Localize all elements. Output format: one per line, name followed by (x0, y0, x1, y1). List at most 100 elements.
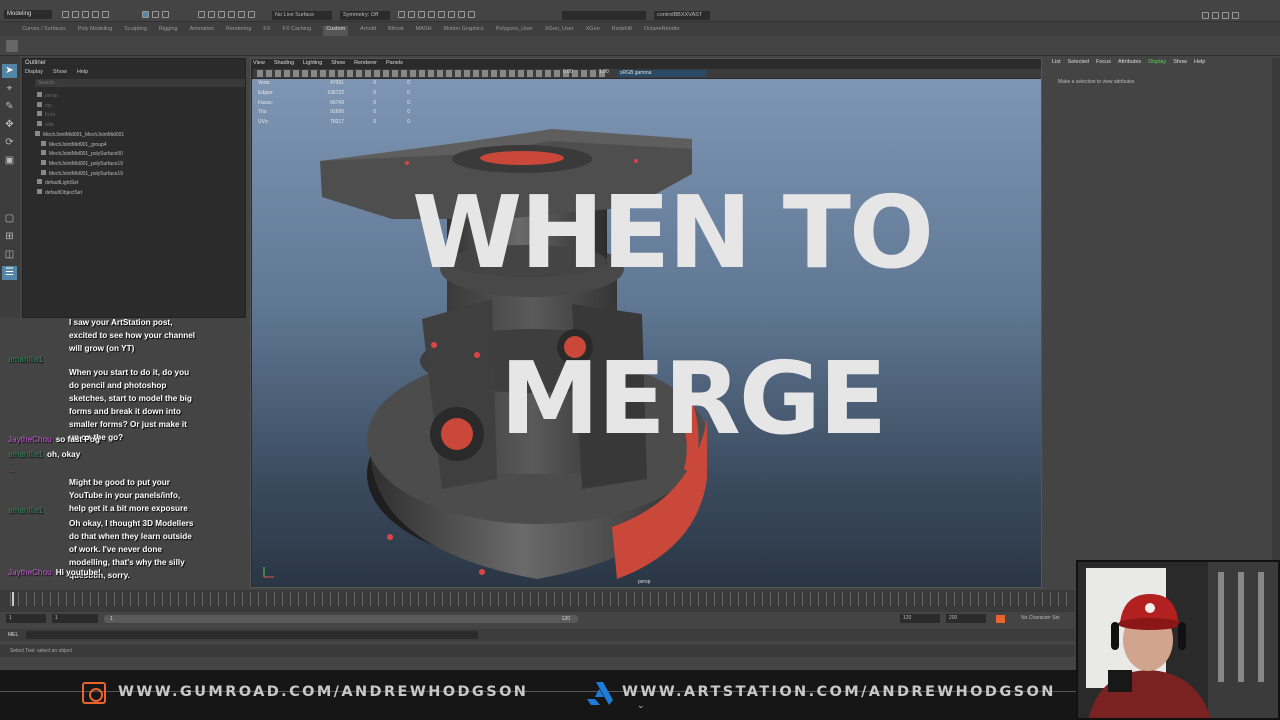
outliner-item[interactable]: persp (37, 92, 58, 101)
shelf-settings-icon[interactable] (6, 40, 18, 52)
shelf-tab[interactable]: MASH (416, 26, 432, 36)
shelf-tab[interactable]: Poly Modeling (78, 26, 113, 36)
outliner-item[interactable]: MechJointMid001_MechJointMid001 (35, 130, 124, 140)
lasso-tool-icon[interactable]: ⌖ (2, 82, 17, 96)
snap-live-icon[interactable] (248, 11, 255, 18)
viewport-toolbar-icons[interactable] (257, 70, 607, 77)
attribute-editor-menu-item[interactable]: Focus (1096, 59, 1111, 65)
viewport-menu-item[interactable]: Lighting (303, 59, 322, 68)
camera-icon[interactable] (448, 11, 455, 18)
outliner-item[interactable]: MechJointMid001_polySurface50 (41, 150, 123, 159)
select-tool-icon[interactable]: ➤ (2, 64, 17, 78)
undo-icon[interactable] (92, 11, 99, 18)
range-slider-bar[interactable]: 1 120 (104, 615, 578, 623)
time-slider[interactable] (0, 590, 1075, 612)
select-hierarchy-icon[interactable] (142, 11, 149, 18)
light-icon[interactable] (458, 11, 465, 18)
save-scene-icon[interactable] (82, 11, 89, 18)
shelf-tab[interactable]: FX (263, 26, 270, 36)
shelf-tab[interactable]: Arnold (360, 26, 376, 36)
auto-key-icon[interactable] (996, 615, 1005, 623)
snap-view-icon[interactable] (228, 11, 235, 18)
outliner-item[interactable]: MechJointMid001_group4 (41, 140, 107, 150)
mode-selector[interactable]: Modeling (4, 10, 52, 19)
anim-end-field[interactable]: 200 (946, 614, 986, 623)
viewport-menu-item[interactable]: Renderer (354, 59, 377, 68)
chat-username[interactable]: amarillia1 (8, 450, 43, 459)
shelf-tab[interactable]: OctaneRender (644, 26, 680, 36)
attribute-editor-menu-item[interactable]: Help (1194, 59, 1205, 65)
viewport-menu-item[interactable]: Show (331, 59, 345, 68)
render-view-icon[interactable] (438, 11, 445, 18)
shelf-tab[interactable]: Rendering (226, 26, 251, 36)
redo-icon[interactable] (102, 11, 109, 18)
snap-surface-icon[interactable] (238, 11, 245, 18)
outliner-item[interactable]: front (37, 111, 55, 120)
playblast-icon[interactable] (468, 11, 475, 18)
chat-username[interactable]: JaytheChou (8, 435, 52, 444)
outliner-item[interactable]: defaultLightSet (37, 179, 78, 188)
toggle-attribute-editor-icon[interactable] (1212, 12, 1219, 19)
gumroad-link[interactable]: WWW.GUMROAD.COM/ANDREWHODGSON (118, 684, 528, 700)
outliner-item[interactable]: top (37, 101, 52, 111)
current-time-marker[interactable] (12, 592, 14, 606)
symmetry-field[interactable]: Symmetry: Off (340, 11, 390, 20)
mel-label[interactable]: MEL (8, 632, 18, 638)
character-set-field[interactable]: No Character Set (1018, 614, 1074, 623)
render-settings-icon[interactable] (418, 11, 425, 18)
shelf-tab[interactable]: Rigging (159, 26, 178, 36)
ipr-render-icon[interactable] (408, 11, 415, 18)
live-surface-field[interactable]: No Live Surface (272, 11, 332, 20)
outliner-item[interactable]: defaultObjectSet (37, 189, 82, 198)
start-time-field[interactable]: 1 (6, 614, 46, 623)
playback-end-field[interactable]: 120 (900, 614, 940, 623)
outliner-layout-icon[interactable]: ☰ (2, 266, 17, 280)
attribute-editor-menu-item[interactable]: Attributes (1118, 59, 1141, 65)
outliner-menu-help[interactable]: Help (77, 69, 88, 75)
gamma-value[interactable]: 1.00 (599, 69, 609, 75)
chat-username[interactable]: amarillia1 (8, 355, 43, 364)
outliner-search-input[interactable]: Search... (35, 79, 245, 87)
shelf-tab[interactable]: Polygons_User (496, 26, 533, 36)
search-field[interactable] (562, 11, 646, 20)
select-object-icon[interactable] (152, 11, 159, 18)
object-name-field[interactable]: controlBBXXVAST (654, 11, 710, 20)
side-tabs[interactable] (1272, 58, 1280, 568)
snap-grid-icon[interactable] (198, 11, 205, 18)
shelf-tab[interactable]: Motion Graphics (444, 26, 484, 36)
attribute-editor-menu-item[interactable]: Show (1173, 59, 1187, 65)
paint-select-tool-icon[interactable]: ✎ (2, 100, 17, 114)
chat-username[interactable]: ... (8, 465, 15, 474)
chat-username[interactable]: amarillia1 (8, 506, 43, 515)
shelf-tab[interactable]: FX Caching (282, 26, 311, 36)
toggle-channel-box-icon[interactable] (1232, 12, 1239, 19)
shelf-tab[interactable]: Redshift (612, 26, 632, 36)
shelf-tab[interactable]: Custom (323, 26, 349, 36)
render-frame-icon[interactable] (398, 11, 405, 18)
attribute-editor-menu-item[interactable]: List (1052, 59, 1061, 65)
outliner-menu-display[interactable]: Display (25, 69, 43, 75)
playback-start-field[interactable]: 1 (52, 614, 98, 623)
outliner-item[interactable]: MechJointMid001_polySurface19 (41, 159, 123, 169)
viewport-menu-item[interactable]: View (253, 59, 265, 68)
outliner-menu-show[interactable]: Show (53, 69, 67, 75)
attribute-editor-menu-item[interactable]: Display (1148, 59, 1166, 65)
select-component-icon[interactable] (162, 11, 169, 18)
viewport-menu-item[interactable]: Shading (274, 59, 294, 68)
viewport-menu-item[interactable]: Panels (386, 59, 403, 68)
toggle-tool-settings-icon[interactable] (1222, 12, 1229, 19)
shelf-tab[interactable]: XGen (586, 26, 600, 36)
shelf-tab[interactable]: Sculpting (124, 26, 147, 36)
shelf-tab[interactable]: Curves / Surfaces (22, 26, 66, 36)
open-scene-icon[interactable] (72, 11, 79, 18)
snap-curve-icon[interactable] (208, 11, 215, 18)
four-view-layout-icon[interactable]: ⊞ (2, 230, 17, 244)
rotate-tool-icon[interactable]: ⟳ (2, 136, 17, 150)
shelf-tab[interactable]: Bifrost (388, 26, 404, 36)
single-perspective-layout-icon[interactable]: ▢ (2, 212, 17, 226)
color-space-dropdown[interactable]: sRGB gamma (618, 70, 706, 77)
outliner-item[interactable]: MechJointMid001_polySurface19 (41, 169, 123, 179)
toggle-modeling-toolkit-icon[interactable] (1202, 12, 1209, 19)
two-pane-layout-icon[interactable]: ◫ (2, 248, 17, 262)
scale-tool-icon[interactable]: ▣ (2, 154, 17, 168)
